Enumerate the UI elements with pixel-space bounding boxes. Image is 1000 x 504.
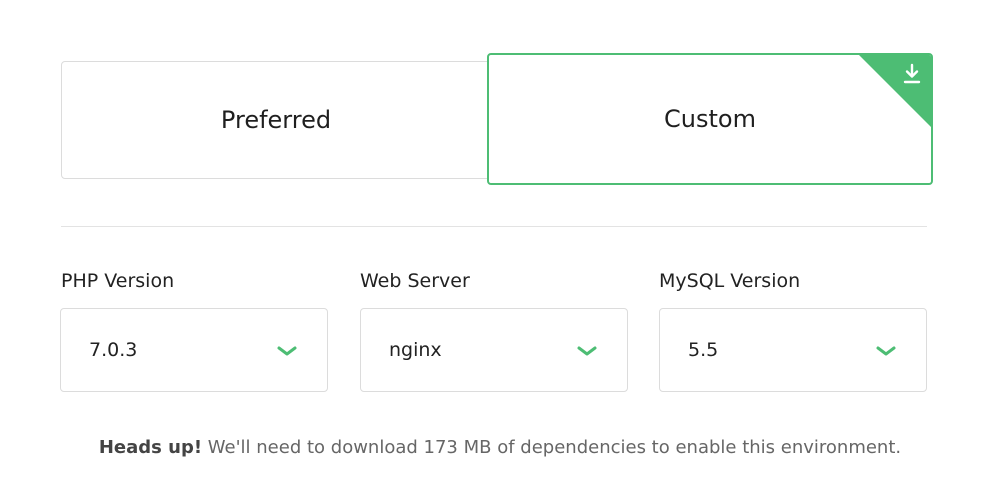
download-icon (903, 63, 921, 84)
mysql-version-label: MySQL Version (659, 270, 801, 292)
tab-preferred-label: Preferred (220, 106, 332, 134)
divider (61, 226, 927, 227)
php-version-select[interactable]: 7.0.3 (60, 308, 328, 392)
tab-preferred[interactable]: Preferred (61, 61, 491, 179)
web-server-value: nginx (389, 339, 442, 361)
heads-up-text: We'll need to download 173 MB of depende… (202, 437, 902, 458)
tab-custom[interactable]: Custom (487, 53, 933, 185)
tab-custom-label: Custom (664, 105, 756, 133)
web-server-label: Web Server (360, 270, 470, 292)
php-version-value: 7.0.3 (89, 339, 138, 361)
heads-up-note: Heads up! We'll need to download 173 MB … (0, 437, 1000, 458)
chevron-down-icon (277, 346, 297, 356)
chevron-down-icon (876, 346, 896, 356)
heads-up-strong: Heads up! (98, 437, 203, 458)
php-version-label: PHP Version (61, 270, 175, 292)
mysql-version-value: 5.5 (688, 339, 719, 361)
environment-selector: Preferred Custom PHP Version 7.0.3 Web S… (0, 0, 1000, 504)
web-server-select[interactable]: nginx (360, 308, 628, 392)
mysql-version-select[interactable]: 5.5 (659, 308, 927, 392)
chevron-down-icon (577, 346, 597, 356)
